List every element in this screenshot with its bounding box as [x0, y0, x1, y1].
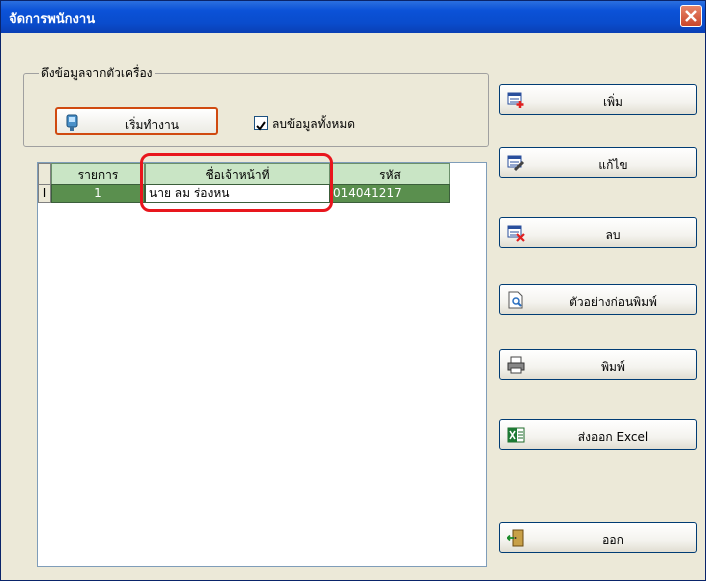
- checkmark-icon: [256, 121, 266, 131]
- column-header-code[interactable]: รหัส: [330, 163, 450, 185]
- close-button[interactable]: [680, 5, 702, 27]
- cell-code[interactable]: 014041217: [330, 184, 450, 203]
- delete-button[interactable]: ลบ: [499, 217, 697, 248]
- window-title: จัดการพนักงาน: [9, 12, 96, 27]
- add-record-icon: [507, 92, 524, 108]
- device-icon: [66, 114, 78, 131]
- print-preview-button-label: ตัวอย่างก่อนพิมพ์: [569, 295, 657, 309]
- edit-record-icon: [507, 155, 525, 172]
- excel-icon: [507, 427, 525, 443]
- start-button[interactable]: เริ่มทำงาน: [55, 107, 218, 135]
- print-preview-icon: [508, 291, 523, 309]
- exit-button-label: ออก: [602, 533, 624, 547]
- add-button[interactable]: เพิ่ม: [499, 84, 697, 115]
- delete-all-checkbox[interactable]: [254, 116, 268, 131]
- employee-grid[interactable]: รายการ ชื่อเจ้าหน้าที่ รหัส I 1 นาย ลม ร…: [37, 162, 487, 567]
- print-button[interactable]: พิมพ์: [499, 349, 697, 380]
- export-excel-button[interactable]: ส่งออก Excel: [499, 419, 697, 450]
- print-preview-button[interactable]: ตัวอย่างก่อนพิมพ์: [499, 284, 697, 315]
- name-column-highlight: [140, 153, 333, 212]
- printer-icon: [507, 356, 525, 374]
- grid-corner: [38, 163, 51, 185]
- row-indicator[interactable]: I: [38, 184, 51, 203]
- delete-all-label: ลบข้อมูลทั้งหมด: [272, 117, 356, 131]
- start-button-label: เริ่มทำงาน: [125, 118, 179, 132]
- employee-management-window: จัดการพนักงาน ดึงข้อมูลจากตัวเครื่อง เริ…: [0, 0, 706, 581]
- group-label: ดึงข้อมูลจากตัวเครื่อง: [39, 64, 155, 83]
- print-button-label: พิมพ์: [601, 360, 625, 374]
- column-header-item[interactable]: รายการ: [51, 163, 145, 185]
- exit-door-icon: [507, 529, 524, 547]
- title-bar[interactable]: จัดการพนักงาน: [1, 1, 705, 33]
- edit-button-label: แก้ไข: [598, 158, 628, 172]
- delete-button-label: ลบ: [605, 228, 621, 242]
- export-excel-button-label: ส่งออก Excel: [577, 430, 649, 444]
- cell-item[interactable]: 1: [51, 184, 145, 203]
- add-button-label: เพิ่ม: [603, 95, 623, 109]
- edit-button[interactable]: แก้ไข: [499, 147, 697, 178]
- exit-button[interactable]: ออก: [499, 522, 697, 553]
- delete-record-icon: [507, 225, 525, 242]
- close-icon: [685, 10, 697, 22]
